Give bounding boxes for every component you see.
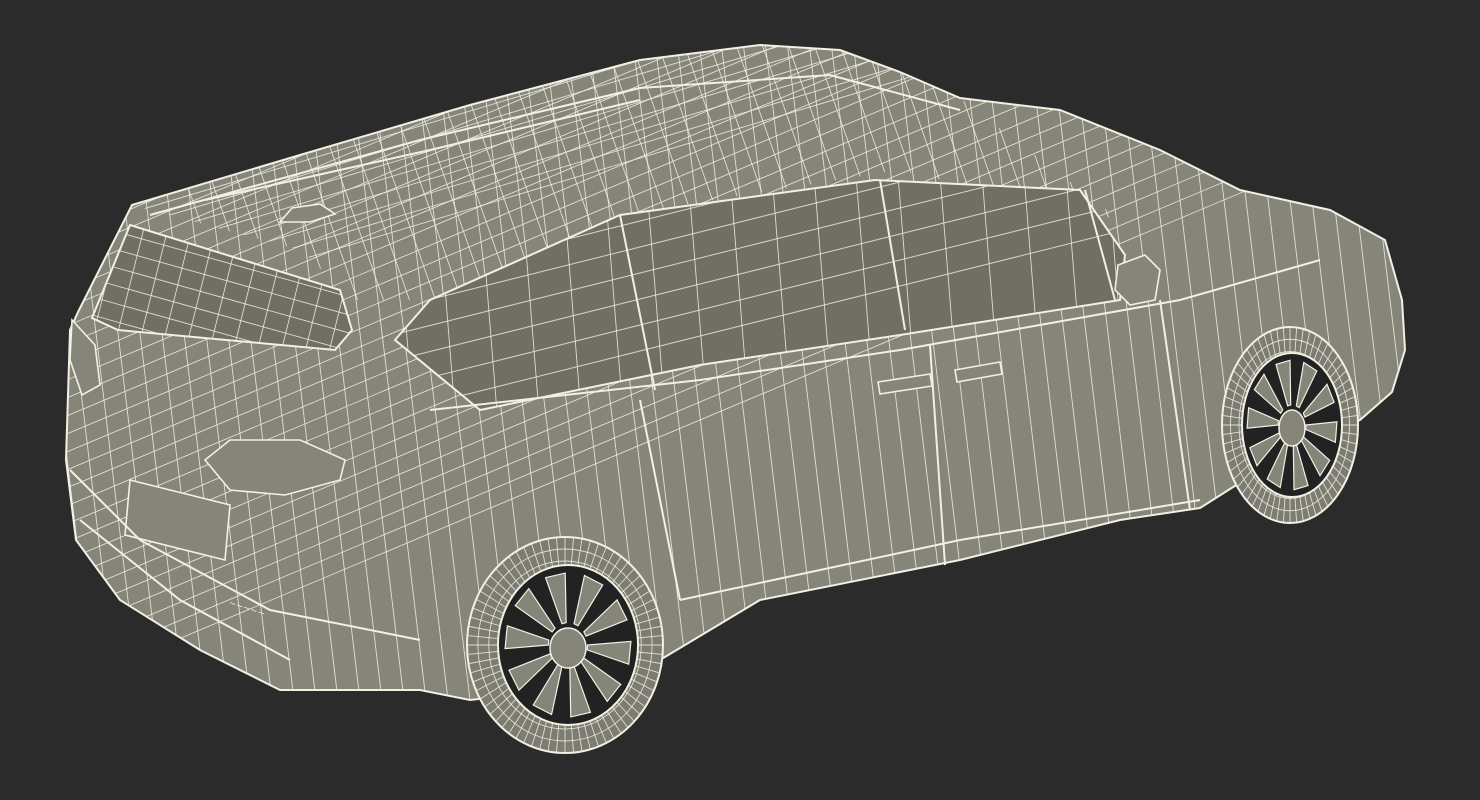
rear-wheel [466, 536, 664, 754]
mesh-line [0, 0, 1200, 42]
mesh-line [132, 45, 1120, 71]
mesh-line [1428, 0, 1480, 800]
mesh-line [10, 180, 60, 380]
mesh-line [380, 0, 1140, 26]
mesh-line [1383, 45, 1405, 700]
render-viewport: #bodyShape { fill: #85857a; stroke: #f2f… [0, 0, 1480, 800]
mesh-line [0, 0, 1480, 42]
mesh-line [0, 0, 64, 800]
mesh-line [0, 0, 42, 800]
minivan-wireframe: #bodyShape { fill: #85857a; stroke: #f2f… [0, 0, 1480, 800]
mesh-line [0, 0, 1200, 28]
mesh-line [1406, 0, 1480, 800]
mesh-line [132, 45, 1120, 57]
mesh-line [1450, 0, 1480, 800]
mesh-line [0, 0, 1480, 24]
rear-hub [549, 627, 587, 669]
mesh-line [1472, 0, 1480, 800]
mesh-line [0, 0, 1480, 6]
front-wheel [1221, 326, 1359, 524]
front-hub [1278, 409, 1306, 447]
mesh-line [0, 0, 20, 800]
mesh-line [0, 0, 1200, 14]
